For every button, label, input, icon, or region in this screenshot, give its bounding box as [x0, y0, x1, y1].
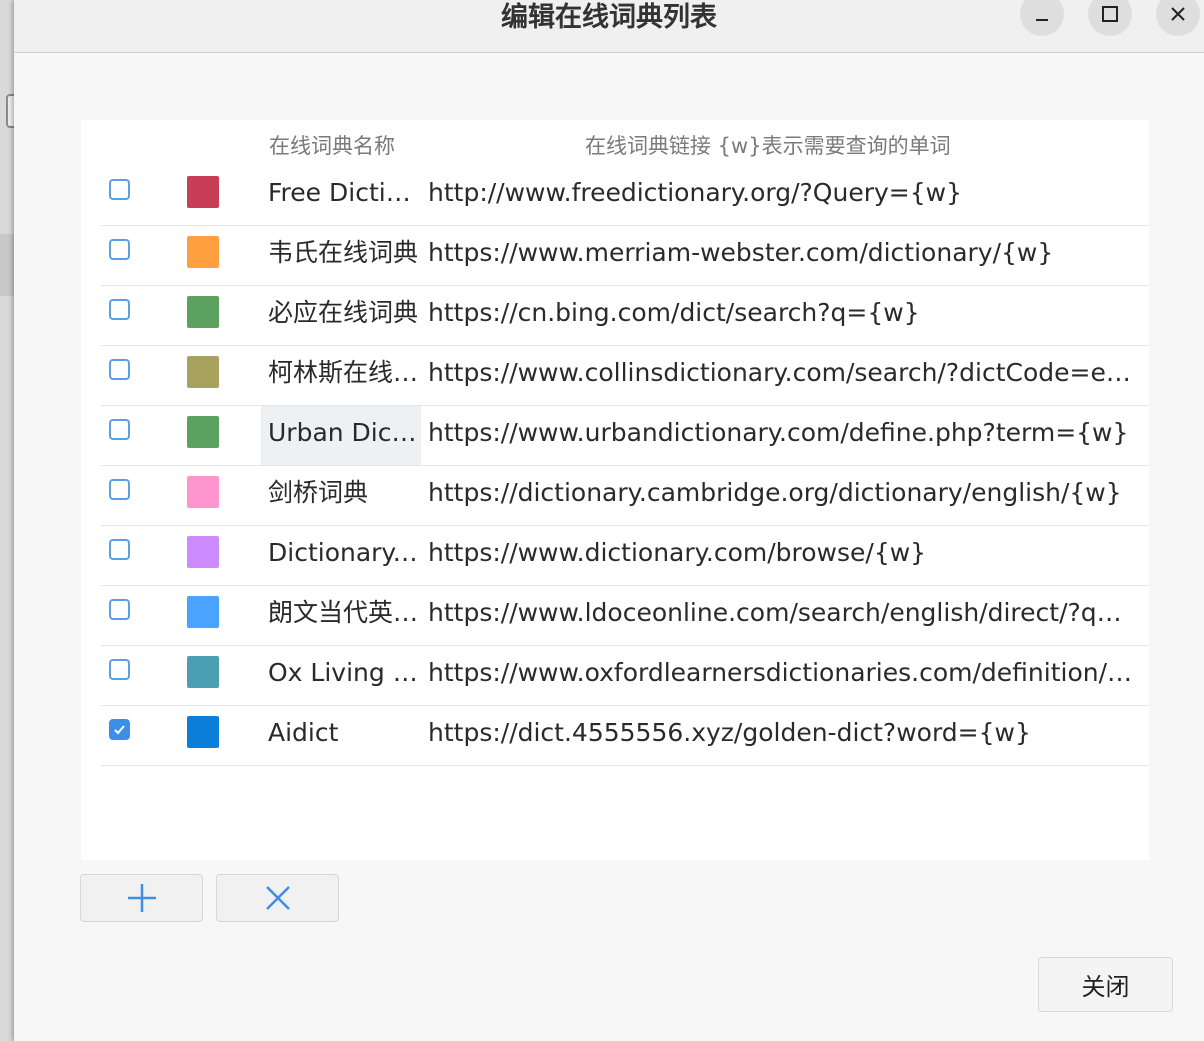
dictionary-url-cell[interactable]: https://www.dictionary.com/browse/{w}: [428, 526, 1134, 585]
table-row[interactable]: 剑桥词典 https://dictionary.cambridge.org/dic…: [101, 466, 1149, 526]
remove-dictionary-button[interactable]: [216, 874, 339, 922]
color-swatch[interactable]: [187, 476, 219, 508]
dictionary-table: 在线词典名称 在线词典链接 {w}表示需要查询的单词 Free Dictiona…: [81, 120, 1149, 860]
enable-checkbox[interactable]: [109, 419, 130, 440]
color-swatch[interactable]: [187, 176, 219, 208]
dictionary-name-cell[interactable]: Ox Living Dictionaries: [261, 646, 421, 705]
table-row[interactable]: Free Dictionaryhttp://www.freedictionary…: [101, 166, 1149, 226]
dictionary-name-cell[interactable]: Dictionary.com: [261, 526, 421, 585]
color-swatch[interactable]: [187, 356, 219, 388]
plus-icon: [127, 884, 156, 912]
dictionary-name-cell[interactable]: 韦氏在线词典: [261, 226, 421, 285]
dictionary-name-cell[interactable]: 剑桥词典: [261, 466, 421, 525]
enable-checkbox[interactable]: [109, 719, 130, 740]
background-window-panel: [0, 234, 14, 296]
color-swatch[interactable]: [187, 416, 219, 448]
table-row[interactable]: Ox Living Dictionarieshttps://www.oxford…: [101, 646, 1149, 706]
table-row[interactable]: Dictionary.comhttps://www.dictionary.com…: [101, 526, 1149, 586]
maximize-icon: [1102, 6, 1118, 22]
dictionary-url-cell[interactable]: https://dict.4555556.xyz/golden-dict?wor…: [428, 706, 1134, 765]
dictionary-url-cell[interactable]: https://www.oxfordlearnersdictionaries.c…: [428, 646, 1134, 705]
close-button[interactable]: 关闭: [1038, 957, 1173, 1012]
table-row[interactable]: 韦氏在线词典 https://www.merriam-webster.com/di…: [101, 226, 1149, 286]
column-header-url: 在线词典链接 {w}表示需要查询的单词: [585, 134, 951, 158]
dictionary-name-cell[interactable]: Aidict: [261, 706, 421, 765]
color-swatch[interactable]: [187, 656, 219, 688]
dictionary-name-cell[interactable]: 必应在线词典: [261, 286, 421, 345]
x-icon: [265, 886, 290, 910]
enable-checkbox[interactable]: [109, 299, 130, 320]
table-row[interactable]: Urban Dictionaryhttps://www.urbandiction…: [101, 406, 1149, 466]
enable-checkbox[interactable]: [109, 179, 130, 200]
color-swatch[interactable]: [187, 536, 219, 568]
color-swatch[interactable]: [187, 236, 219, 268]
enable-checkbox[interactable]: [109, 479, 130, 500]
dictionary-name-cell[interactable]: 柯林斯在线词典: [261, 346, 421, 405]
dictionary-name-cell[interactable]: Free Dictionary: [261, 166, 421, 225]
title-bar: 编辑在线词典列表: [14, 0, 1204, 53]
dictionary-url-cell[interactable]: https://dictionary.cambridge.org/diction…: [428, 466, 1134, 525]
minimize-icon: [1036, 19, 1048, 21]
table-row[interactable]: Aidict https://dict.4555556.xyz/golden-di…: [101, 706, 1149, 766]
color-swatch[interactable]: [187, 716, 219, 748]
edit-online-dictionaries-dialog: 编辑在线词典列表 在线词典名称 在线词典链接 {w}表示需要查询的单词 Free…: [14, 0, 1204, 1041]
dictionary-url-cell[interactable]: https://www.merriam-webster.com/dictiona…: [428, 226, 1134, 285]
dictionary-url-cell[interactable]: http://www.freedictionary.org/?Query={w}: [428, 166, 1134, 225]
color-swatch[interactable]: [187, 296, 219, 328]
column-header-name: 在线词典名称: [269, 134, 395, 158]
table-row[interactable]: 朗文当代英语词典https://www.ldoceonline.com/sear…: [101, 586, 1149, 646]
dictionary-url-cell[interactable]: https://www.urbandictionary.com/define.p…: [428, 406, 1134, 465]
enable-checkbox[interactable]: [109, 359, 130, 380]
color-swatch[interactable]: [187, 596, 219, 628]
dictionary-name-cell[interactable]: Urban Dictionary: [261, 406, 421, 465]
dictionary-url-cell[interactable]: https://www.ldoceonline.com/search/engli…: [428, 586, 1134, 645]
close-icon: [1171, 7, 1185, 21]
checkmark-icon: [114, 725, 125, 735]
background-window: [0, 0, 20, 1041]
dictionary-url-cell[interactable]: https://cn.bing.com/dict/search?q={w}: [428, 286, 1134, 345]
enable-checkbox[interactable]: [109, 659, 130, 680]
enable-checkbox[interactable]: [109, 239, 130, 260]
dictionary-url-cell[interactable]: https://www.collinsdictionary.com/search…: [428, 346, 1134, 405]
table-row[interactable]: 柯林斯在线词典https://www.collinsdictionary.com…: [101, 346, 1149, 406]
add-dictionary-button[interactable]: [80, 874, 203, 922]
enable-checkbox[interactable]: [109, 599, 130, 620]
enable-checkbox[interactable]: [109, 539, 130, 560]
table-row[interactable]: 必应在线词典 https://cn.bing.com/dict/search?q=…: [101, 286, 1149, 346]
table-header: 在线词典名称 在线词典链接 {w}表示需要查询的单词: [81, 120, 1149, 166]
dictionary-name-cell[interactable]: 朗文当代英语词典: [261, 586, 421, 645]
